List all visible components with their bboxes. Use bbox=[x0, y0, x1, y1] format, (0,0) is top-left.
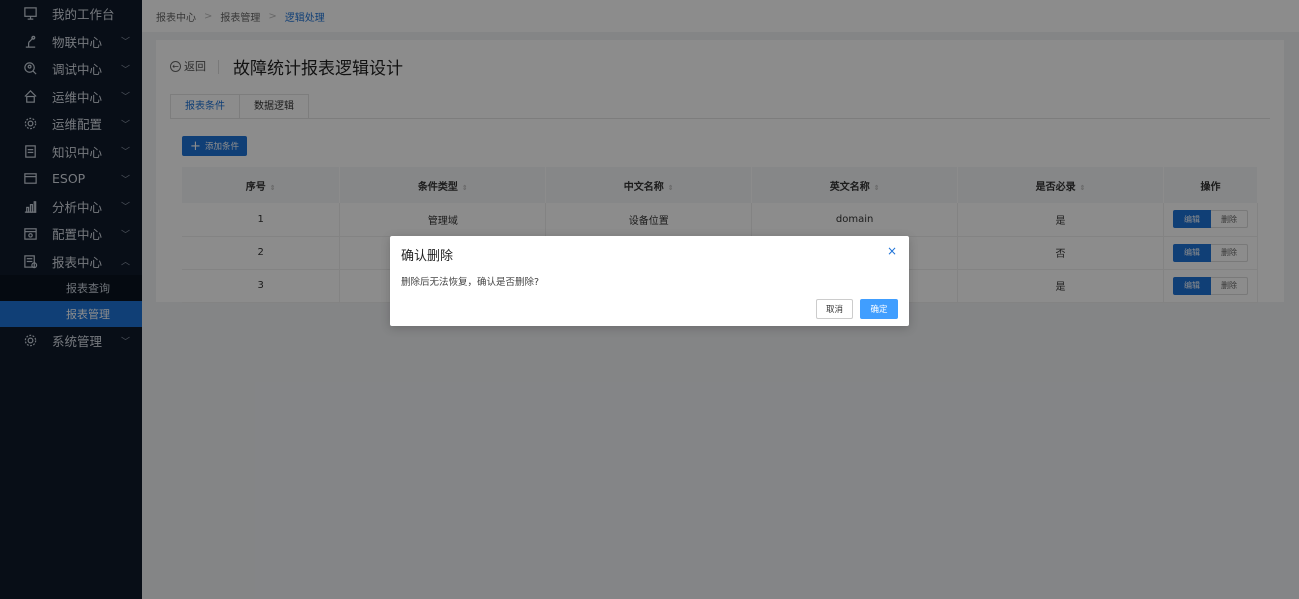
dialog-title: 确认删除 bbox=[401, 249, 454, 264]
close-icon[interactable]: × bbox=[887, 244, 897, 258]
confirm-button[interactable]: 确定 bbox=[860, 299, 898, 319]
confirm-delete-dialog: 确认删除 × 删除后无法恢复，确认是否删除? 取消 确定 bbox=[390, 236, 909, 326]
dialog-message: 删除后无法恢复，确认是否删除? bbox=[401, 277, 540, 288]
cancel-button[interactable]: 取消 bbox=[816, 299, 853, 319]
